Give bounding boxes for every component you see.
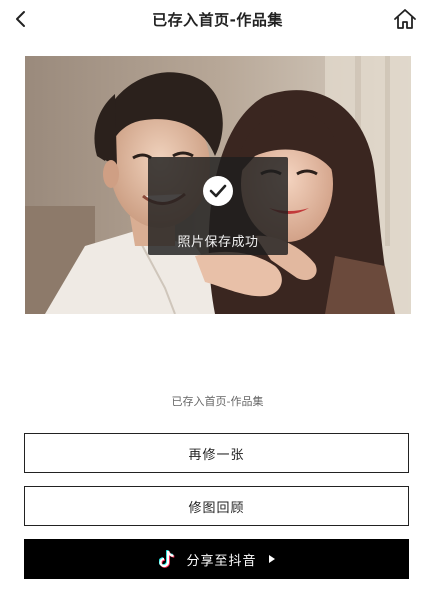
home-button[interactable] bbox=[391, 5, 419, 33]
retouch-review-button[interactable]: 修图回顾 bbox=[24, 486, 409, 526]
page-title: 已存入首页-作品集 bbox=[152, 11, 283, 29]
save-success-toast: 照片保存成功 bbox=[148, 157, 288, 255]
retouch-another-label: 再修一张 bbox=[188, 447, 245, 463]
home-icon bbox=[394, 9, 416, 29]
play-arrow-icon bbox=[268, 555, 275, 563]
share-to-douyin-button[interactable]: 分享至抖音 bbox=[24, 539, 409, 579]
retouch-review-label: 修图回顾 bbox=[188, 500, 245, 516]
share-to-douyin-label: 分享至抖音 bbox=[186, 553, 257, 569]
page: 已存入首页-作品集 照片保存成功 已存入首页-作品集 再修一张 修图回顾 分享至… bbox=[0, 0, 435, 600]
share-button-content: 分享至抖音 bbox=[158, 550, 275, 569]
saved-location-caption: 已存入首页-作品集 bbox=[171, 395, 264, 408]
check-icon bbox=[203, 176, 233, 206]
header: 已存入首页-作品集 bbox=[0, 0, 435, 40]
toast-message: 照片保存成功 bbox=[177, 235, 259, 250]
retouch-another-button[interactable]: 再修一张 bbox=[24, 433, 409, 473]
tiktok-icon bbox=[158, 550, 176, 568]
